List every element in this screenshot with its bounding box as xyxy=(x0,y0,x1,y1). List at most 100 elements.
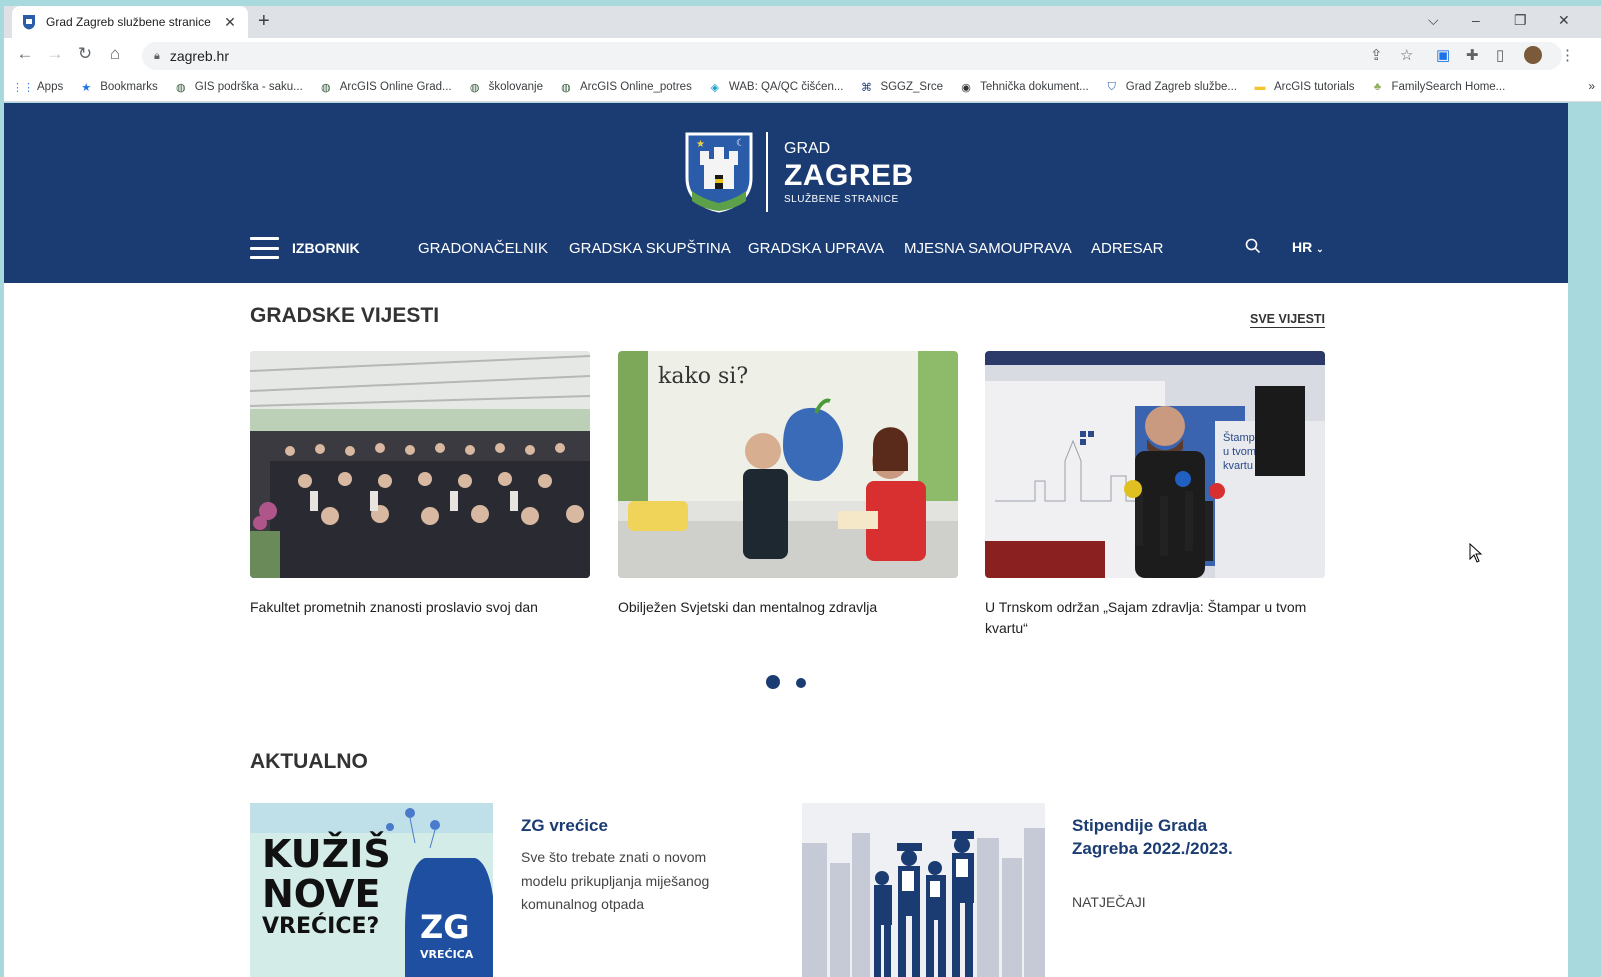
lock-icon: 🔒︎ xyxy=(154,49,160,62)
site-logo[interactable]: ★ ☾ GRAD ZAGREB SLUŽBENE STRANICE xyxy=(684,131,914,213)
news-image-2[interactable]: kako si? xyxy=(618,351,958,578)
tab-title: Grad Zagreb službene stranice xyxy=(46,15,211,29)
profile-avatar[interactable] xyxy=(1524,46,1542,64)
bookmark-label: ArcGIS Online_potres xyxy=(579,81,692,93)
news-title-3[interactable]: U Trnskom održan „Sajam zdravlja: Štampa… xyxy=(985,597,1325,639)
aktualno-image-2[interactable] xyxy=(802,803,1045,977)
url-text: zagreb.hr xyxy=(169,48,230,64)
zg-badge-sub: VREĆICA xyxy=(420,948,474,961)
kebab-menu-icon[interactable]: ⋮ xyxy=(1560,46,1575,64)
bookmark-item[interactable]: ◍ ArcGIS Online_potres xyxy=(559,80,692,94)
bookmark-item[interactable]: ★ Bookmarks xyxy=(79,80,157,94)
new-tab-icon[interactable]: + xyxy=(258,10,270,33)
nav-mjesna-samouprava[interactable]: MJESNA SAMOUPRAVA xyxy=(904,240,1072,257)
web-page: ★ ☾ GRAD ZAGREB SLUŽBENE STRANICE IZBORN… xyxy=(4,103,1568,977)
bookmark-label: FamilySearch Home... xyxy=(1391,81,1506,93)
wab-icon: ◈ xyxy=(710,81,720,94)
bookmarks-overflow-button[interactable]: » xyxy=(1588,79,1595,93)
hamburger-icon xyxy=(250,237,279,259)
nav-adresar[interactable]: ADRESAR xyxy=(1091,240,1164,257)
logo-zagreb-text: ZAGREB xyxy=(784,158,914,192)
news-section-title: GRADSKE VIJESTI xyxy=(250,304,440,327)
puzzle-icon[interactable]: ✚ xyxy=(1466,46,1479,64)
browser-tab[interactable]: Grad Zagreb službene stranice ✕ xyxy=(12,6,248,38)
star-icon: ★ xyxy=(81,81,92,94)
globe-icon: ◍ xyxy=(561,81,571,94)
svg-text:kvartu: kvartu xyxy=(1223,460,1253,472)
logo-subtitle: SLUŽBENE STRANICE xyxy=(784,193,899,205)
svg-text:VREĆICE?: VREĆICE? xyxy=(262,913,379,939)
reload-icon[interactable]: ↻ xyxy=(74,44,96,64)
bookmark-label: Tehnička dokument... xyxy=(980,81,1089,93)
carousel-dot-1-active[interactable] xyxy=(766,675,780,689)
svg-text:u tvom: u tvom xyxy=(1223,446,1256,458)
bookmark-label: školovanje xyxy=(488,81,543,93)
nav-gradska-uprava[interactable]: GRADSKA UPRAVA xyxy=(748,240,884,257)
bookmark-item[interactable]: ◍ GIS podrška - saku... xyxy=(174,80,303,94)
news-title-2[interactable]: Obilježen Svjetski dan mentalnog zdravlj… xyxy=(618,597,958,618)
bookmark-item[interactable]: ♣ FamilySearch Home... xyxy=(1371,80,1506,94)
svg-text:☾: ☾ xyxy=(736,138,745,149)
bookmark-label: ArcGIS Online Grad... xyxy=(339,81,452,93)
folder-icon: ▬ xyxy=(1254,81,1266,93)
zagreb-coat-of-arms-icon: ★ ☾ xyxy=(685,132,753,213)
tree-icon: ♣ xyxy=(1373,81,1382,93)
tab-search-icon[interactable]: ⌵ xyxy=(1428,12,1439,29)
back-icon[interactable]: ← xyxy=(14,44,36,64)
mouse-cursor-icon xyxy=(1469,543,1483,563)
news-image-3[interactable]: Štampar u tvom kvartu xyxy=(985,351,1325,578)
sidepanel-icon[interactable]: ▯ xyxy=(1496,46,1504,64)
all-news-link[interactable]: SVE VIJESTI xyxy=(1250,312,1326,328)
bookmark-label: WAB: QA/QC čišćen... xyxy=(728,81,844,93)
apps-grid-icon: ⋮⋮ xyxy=(12,81,34,94)
minimize-icon[interactable]: – xyxy=(1472,12,1480,28)
bookmark-item[interactable]: ▬ ArcGIS tutorials xyxy=(1253,80,1355,94)
bookmark-item[interactable]: ◉ Tehnička dokument... xyxy=(959,80,1089,94)
language-selector[interactable]: HR ⌄ xyxy=(1292,239,1324,255)
circle-icon: ◉ xyxy=(961,81,971,94)
bookmark-star-icon[interactable]: ☆ xyxy=(1400,46,1413,64)
news-image-1[interactable] xyxy=(250,351,590,578)
share-icon[interactable]: ⇪ xyxy=(1370,46,1383,64)
bookmark-item[interactable]: ⋮⋮ Apps xyxy=(12,80,63,94)
aktualno-image-1[interactable]: KUŽIŠ NOVE VREĆICE? ZG VREĆICA xyxy=(250,803,493,977)
restore-icon[interactable]: ❐ xyxy=(1514,12,1527,29)
news-title-1[interactable]: Fakultet prometnih znanosti proslavio sv… xyxy=(250,597,590,618)
bookmark-label: ArcGIS tutorials xyxy=(1273,81,1355,93)
chevron-down-icon: ⌄ xyxy=(1316,244,1324,254)
close-tab-icon[interactable]: ✕ xyxy=(222,14,238,31)
aktualno-image-1-text: KUŽIŠ xyxy=(262,832,391,876)
home-icon[interactable]: ⌂ xyxy=(104,44,126,64)
bookmark-item[interactable]: ⛉ Grad Zagreb službe... xyxy=(1105,80,1237,94)
aktualno-title-1[interactable]: ZG vrećice xyxy=(521,814,751,837)
news-image-2-text: kako si? xyxy=(658,364,748,389)
izbornik-menu-button[interactable]: IZBORNIK xyxy=(250,237,360,259)
globe-icon: ◍ xyxy=(320,81,331,94)
aktualno-desc-2: NATJEČAJI xyxy=(1072,894,1146,910)
bookmark-item[interactable]: ◈ WAB: QA/QC čišćen... xyxy=(708,80,844,94)
browser-toolbar: ← → ↻ ⌂ 🔒︎ zagreb.hr ⇪ ☆ ▣ ✚ ▯ ⋮ xyxy=(4,38,1601,73)
bookmark-label: Grad Zagreb službe... xyxy=(1125,81,1237,93)
search-icon[interactable] xyxy=(1245,238,1261,254)
bookmark-item[interactable]: ⌘ SGGZ_Srce xyxy=(859,80,943,94)
forward-icon[interactable]: → xyxy=(44,44,66,64)
bookmark-item[interactable]: ◍ ArcGIS Online Grad... xyxy=(319,80,452,94)
nav-gradska-skupstina[interactable]: GRADSKA SKUPŠTINA xyxy=(569,240,731,257)
address-bar[interactable]: 🔒︎ zagreb.hr xyxy=(142,42,1562,70)
carousel-dot-2[interactable] xyxy=(796,678,806,688)
close-window-icon[interactable]: ✕ xyxy=(1558,12,1570,29)
browser-tab-bar: Grad Zagreb službene stranice ✕ + ⌵ – ❐ … xyxy=(4,6,1601,38)
language-label: HR xyxy=(1292,239,1313,255)
aktualno-desc-1: Sve što trebate znati o novom modelu pri… xyxy=(521,849,710,912)
zg-badge: ZG xyxy=(420,908,469,946)
aktualno-title-2[interactable]: Stipendije Grada Zagreba 2022./2023. xyxy=(1072,814,1252,860)
globe-icon: ◍ xyxy=(175,81,186,94)
svg-text:★: ★ xyxy=(696,139,705,150)
srce-icon: ⌘ xyxy=(860,81,872,94)
extension-icon[interactable]: ▣ xyxy=(1436,46,1450,64)
nav-gradonacelnik[interactable]: GRADONAČELNIK xyxy=(418,240,548,257)
bookmark-item[interactable]: ◍ školovanje xyxy=(468,80,543,94)
globe-icon: ◍ xyxy=(469,81,480,94)
bookmark-label: GIS podrška - saku... xyxy=(194,81,303,93)
site-header: ★ ☾ GRAD ZAGREB SLUŽBENE STRANICE IZBORN… xyxy=(4,103,1568,283)
